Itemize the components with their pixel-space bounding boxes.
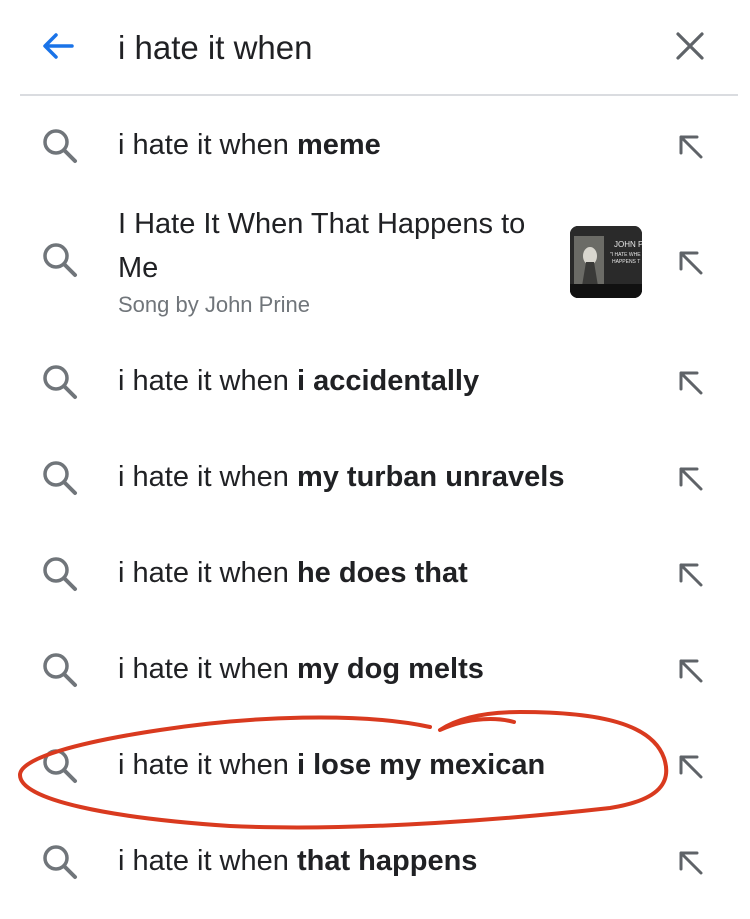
fill-query-button[interactable] (668, 456, 712, 500)
suggestion-completion: my turban unravels (296, 461, 565, 493)
search-icon (43, 365, 77, 399)
search-icon (43, 243, 77, 277)
suggestion-prefix: i hate it when (118, 749, 297, 781)
thumbnail-text-1: JOHN P (614, 240, 642, 249)
suggestion-completion: i accidentally (296, 365, 480, 397)
search-icon (43, 129, 77, 163)
suggestion-completion: that happens (296, 845, 478, 877)
arrow-up-left-icon (679, 755, 703, 779)
suggestion-row-circled[interactable]: i hate it when i lose my mexican (0, 720, 750, 816)
search-input[interactable] (118, 24, 638, 72)
suggestion-row[interactable]: i hate it when my turban unravels (0, 432, 750, 528)
suggestion-completion: meme (296, 129, 381, 161)
arrow-up-left-icon (679, 659, 703, 683)
suggestion-text: i hate it when that happens (118, 844, 477, 878)
suggestion-completion: my dog melts (296, 653, 484, 685)
suggestion-prefix: i hate it when (118, 653, 297, 685)
search-icon (43, 557, 77, 591)
fill-query-button[interactable] (668, 648, 712, 692)
fill-query-button[interactable] (668, 240, 712, 284)
suggestion-prefix: i hate it when (118, 129, 297, 161)
suggestion-row[interactable]: i hate it when he does that (0, 528, 750, 624)
suggestion-text: i hate it when meme (118, 128, 381, 162)
back-button[interactable] (36, 24, 80, 68)
arrow-up-left-icon (679, 851, 703, 875)
suggestion-prefix: i hate it when (118, 557, 297, 589)
song-subtitle: Song by John Prine (118, 292, 311, 317)
fill-query-button[interactable] (668, 552, 712, 596)
search-icon (43, 653, 77, 687)
suggestion-prefix: i hate it when (118, 845, 297, 877)
clear-button[interactable] (668, 24, 712, 68)
arrow-up-left-icon (679, 251, 703, 275)
suggestion-text: i hate it when he does that (118, 556, 468, 590)
search-bar (0, 0, 750, 94)
song-title: I Hate It When That Happens to Me (118, 208, 526, 284)
suggestion-text: i hate it when my dog melts (118, 652, 484, 686)
arrow-up-left-icon (679, 467, 703, 491)
suggestion-row[interactable]: i hate it when that happens (0, 816, 750, 912)
thumbnail-text-2: "I HATE WHE (610, 252, 641, 258)
suggestion-row[interactable]: i hate it when meme (0, 96, 750, 194)
fill-query-button[interactable] (668, 744, 712, 788)
suggestion-row[interactable]: i hate it when my dog melts (0, 624, 750, 720)
album-art-thumbnail: JOHN P "I HATE WHE HAPPENS T (570, 226, 642, 298)
arrow-up-left-icon (679, 563, 703, 587)
fill-query-button[interactable] (668, 840, 712, 884)
suggestion-completion: i lose my mexican (296, 749, 546, 781)
suggestion-text: i hate it when my turban unravels (118, 460, 564, 494)
search-icon (43, 845, 77, 879)
search-icon (43, 461, 77, 495)
suggestion-text: i hate it when i lose my mexican (118, 748, 545, 782)
back-arrow-icon (43, 33, 74, 59)
suggestion-completion: he does that (296, 557, 468, 589)
suggestion-row[interactable]: i hate it when i accidentally (0, 336, 750, 432)
arrow-up-left-icon (679, 371, 703, 395)
arrow-up-left-icon (679, 135, 703, 159)
close-icon (676, 32, 704, 60)
suggestion-prefix: i hate it when (118, 365, 297, 397)
thumbnail-text-3: HAPPENS T (612, 259, 641, 265)
suggestion-text: i hate it when i accidentally (118, 364, 479, 398)
suggestion-prefix: i hate it when (118, 461, 297, 493)
search-icon (43, 749, 77, 783)
fill-query-button[interactable] (668, 124, 712, 168)
fill-query-button[interactable] (668, 360, 712, 404)
